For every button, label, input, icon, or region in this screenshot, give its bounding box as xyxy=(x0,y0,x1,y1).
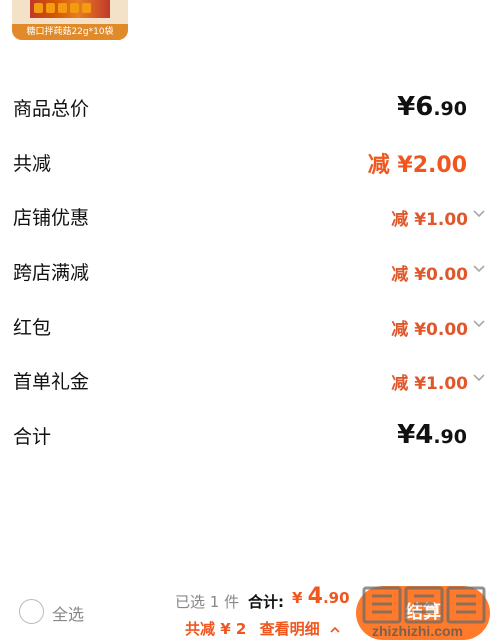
red-packet-label: 红包 xyxy=(13,317,52,339)
row-red-packet[interactable]: 红包 减 ¥0.00 xyxy=(0,307,500,347)
select-all-label[interactable]: 全选 xyxy=(52,601,84,625)
first-order-value: 减 ¥1.00 xyxy=(391,374,468,394)
checkout-button[interactable]: 结算 xyxy=(356,586,490,640)
store-coupon-value: 减 ¥1.00 xyxy=(391,210,468,230)
chevron-down-icon[interactable] xyxy=(471,315,487,331)
savings-details[interactable]: 共减 ¥ 2 查看明细 xyxy=(185,618,341,639)
total-price-label: 商品总价 xyxy=(13,98,90,120)
row-total-discount: 共减 减 ¥2.00 xyxy=(0,143,500,183)
row-total-price: 商品总价 ¥6.90 xyxy=(0,88,500,128)
total-discount-value: 减 ¥2.00 xyxy=(367,153,467,178)
selected-count: 已选 1 件 xyxy=(175,593,240,611)
row-sum: 合计 ¥4.90 xyxy=(0,416,500,456)
row-cross-store[interactable]: 跨店满减 减 ¥0.00 xyxy=(0,252,500,292)
sum-label: 合计 xyxy=(13,426,52,448)
product-image xyxy=(30,0,110,18)
footer-total-label: 合计: xyxy=(248,593,284,611)
select-all-radio[interactable] xyxy=(19,599,44,624)
chevron-down-icon[interactable] xyxy=(471,260,487,276)
footer-total-value: ¥ 4.90 xyxy=(292,584,350,609)
chevron-up-icon[interactable] xyxy=(329,624,341,636)
red-packet-value: 减 ¥0.00 xyxy=(391,320,468,340)
store-coupon-label: 店铺优惠 xyxy=(13,207,90,229)
chevron-down-icon[interactable] xyxy=(471,369,487,385)
checkout-bar: 全选 已选 1 件 合计: ¥ 4.90 共减 ¥ 2 查看明细 结算 zhiz… xyxy=(0,580,500,642)
total-discount-label: 共减 xyxy=(13,153,52,175)
cross-store-label: 跨店满减 xyxy=(13,262,90,284)
details-link[interactable]: 查看明细 xyxy=(260,620,320,638)
savings-text: 共减 ¥ 2 xyxy=(185,620,247,638)
sum-value: ¥4.90 xyxy=(397,420,467,450)
product-caption: 糖口拌莼菇22g*10袋 xyxy=(12,24,128,40)
product-thumbnail[interactable]: 糖口拌莼菇22g*10袋 xyxy=(12,0,128,40)
chevron-down-icon[interactable] xyxy=(471,205,487,221)
first-order-label: 首单礼金 xyxy=(13,371,90,393)
cross-store-value: 减 ¥0.00 xyxy=(391,265,468,285)
row-store-coupon[interactable]: 店铺优惠 减 ¥1.00 xyxy=(0,197,500,237)
row-first-order[interactable]: 首单礼金 减 ¥1.00 xyxy=(0,361,500,401)
total-price-value: ¥6.90 xyxy=(397,92,467,122)
